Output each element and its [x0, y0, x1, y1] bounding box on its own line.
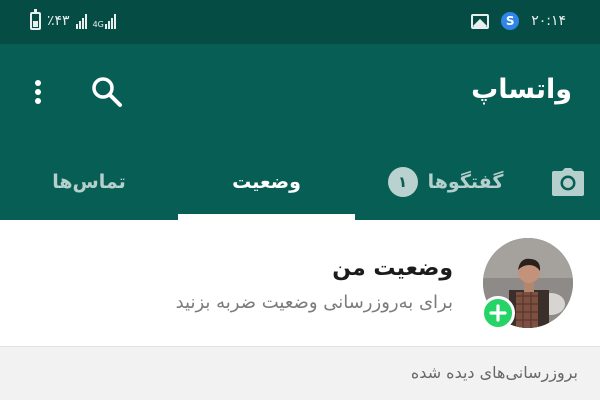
tab-chats-label: گفتگوها: [427, 171, 504, 193]
tab-status-label: وضعیت: [232, 171, 301, 193]
battery-icon: [30, 9, 41, 30]
tab-bar: گفتگوها ۱ وضعیت تماس‌ها: [0, 144, 600, 220]
app-bar: واتساپ: [0, 44, 600, 144]
battery-percent: ٪۴۳: [47, 13, 70, 29]
status-bar: ٪۴۳ 4G S ۲۰:۱۴: [0, 0, 600, 44]
signal-icon: [75, 13, 87, 29]
section-header: بروزرسانی‌های دیده شده: [0, 346, 600, 400]
tab-calls-label: تماس‌ها: [52, 171, 126, 193]
my-status-row[interactable]: وضعیت من برای به‌روزرسانی وضعیت ضربه بزن…: [0, 220, 600, 346]
tab-camera[interactable]: [536, 144, 600, 220]
status-bar-left: ٪۴۳ 4G: [30, 9, 116, 31]
tab-status[interactable]: وضعیت: [178, 144, 355, 220]
signal-4g-icon: 4G: [93, 13, 116, 29]
add-icon[interactable]: [481, 296, 515, 330]
my-status-subtitle: برای به‌روزرسانی وضعیت ضربه بزنید: [175, 292, 453, 313]
more-vert-icon[interactable]: [26, 77, 50, 107]
status-bar-right: S ۲۰:۱۴: [471, 10, 566, 32]
status-time: ۲۰:۱۴: [531, 13, 566, 29]
network-type: 4G: [92, 20, 104, 29]
camera-icon: [552, 168, 584, 196]
my-status-title: وضعیت من: [332, 256, 453, 281]
gallery-icon: [471, 13, 490, 29]
tab-chats[interactable]: گفتگوها ۱: [355, 144, 536, 220]
section-header-label: بروزرسانی‌های دیده شده: [410, 363, 578, 382]
s-app-icon: S: [501, 12, 520, 30]
tab-calls[interactable]: تماس‌ها: [0, 144, 178, 220]
unread-badge: ۱: [387, 167, 418, 197]
search-icon[interactable]: [90, 75, 124, 109]
app-title: واتساپ: [471, 74, 572, 105]
